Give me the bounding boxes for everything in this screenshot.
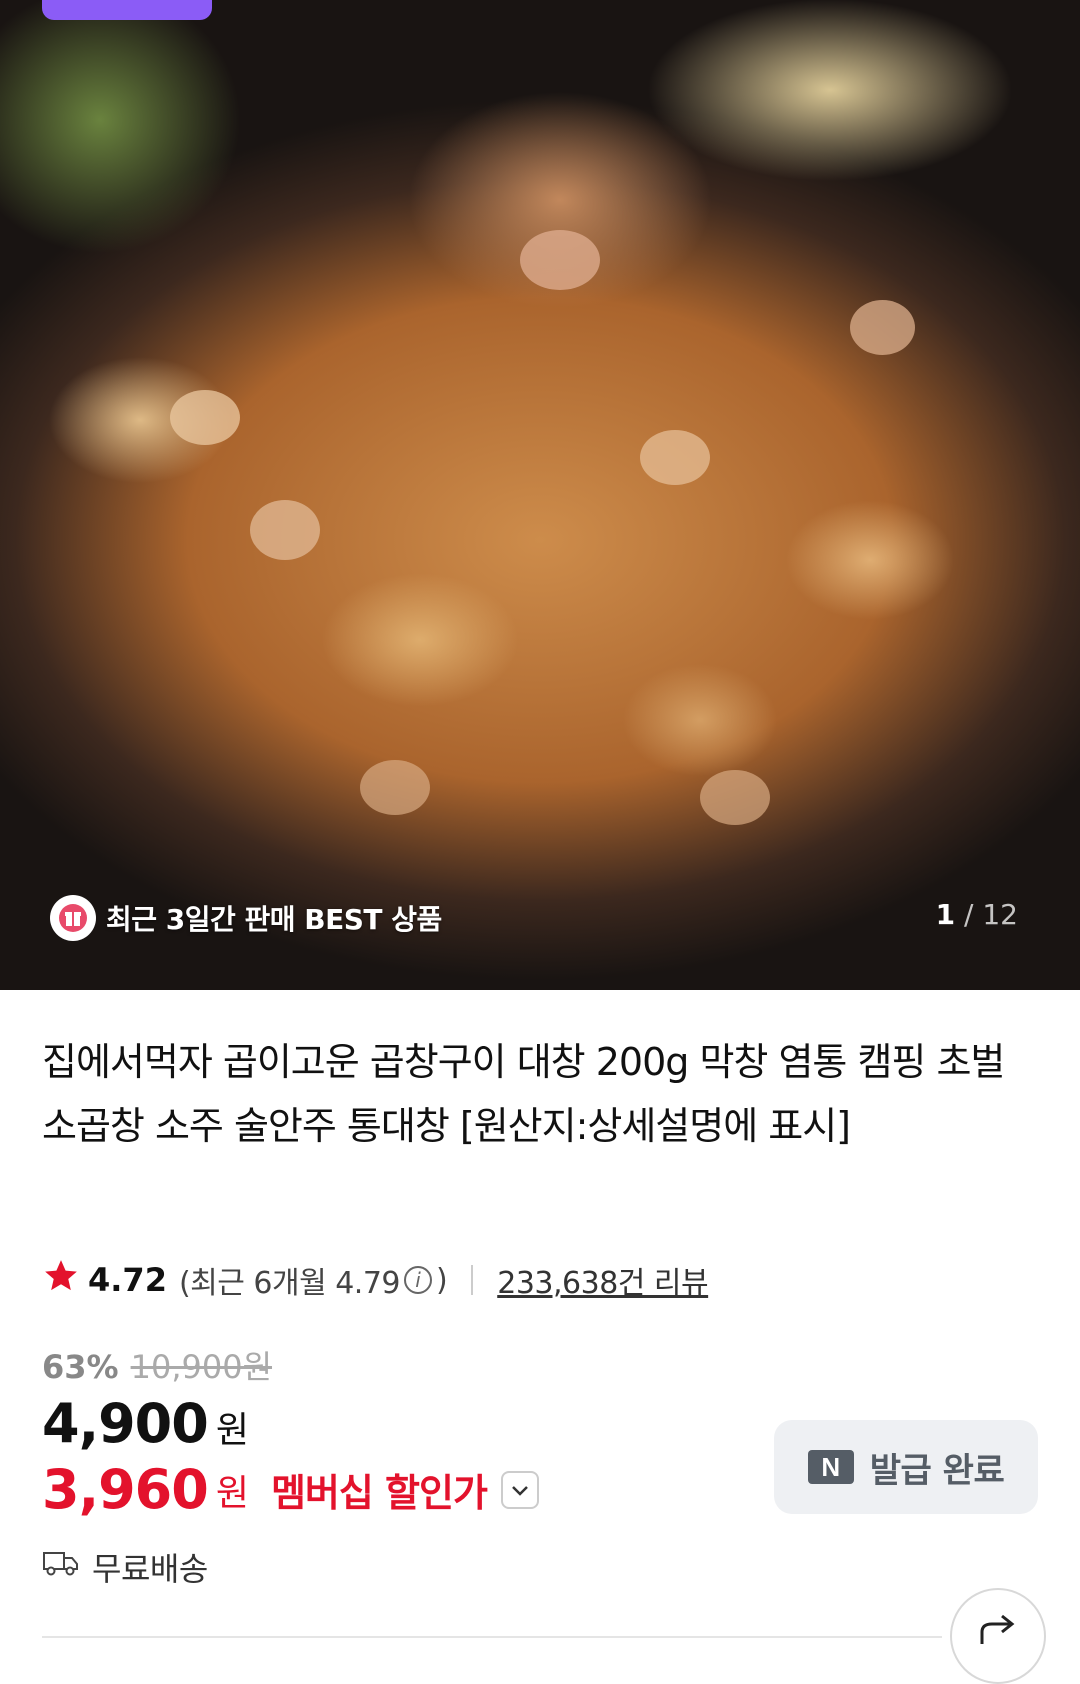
membership-price-row: 3,960 원 멤버십 할인가 [42, 1458, 539, 1521]
discount-rate: 63% [42, 1348, 119, 1386]
membership-price-unit: 원 [215, 1472, 249, 1514]
shipping-row: 무료배송 [42, 1544, 208, 1590]
star-icon [42, 1257, 80, 1303]
truck-icon [42, 1548, 80, 1586]
rating-row: 4.72 (최근 6개월 4.79 i ) 233,638건 리뷰 [42, 1257, 709, 1303]
image-tag [42, 0, 212, 20]
pager-separator: / [964, 898, 974, 931]
sale-price-row: 4,900 원 [42, 1392, 249, 1455]
divider [471, 1265, 474, 1295]
info-icon[interactable]: i [404, 1266, 433, 1294]
food-highlight [170, 390, 240, 445]
product-title: 집에서먹자 곱이고운 곱창구이 대창 200g 막창 염통 캠핑 초벌 소곱창 … [42, 1040, 1005, 1148]
pager-current: 1 [935, 898, 956, 931]
food-highlight [520, 230, 600, 290]
original-price: 10,900원 [130, 1348, 273, 1386]
recent-rating: (최근 6개월 4.79 [178, 1266, 401, 1301]
shipping-label: 무료배송 [92, 1550, 208, 1588]
food-highlight [250, 500, 320, 560]
pager-total: 12 [982, 898, 1018, 931]
food-highlight [850, 300, 915, 355]
best-seller-text: 최근 3일간 판매 BEST 상품 [106, 903, 442, 936]
food-highlight [360, 760, 430, 815]
image-pager: 1 / 12 [936, 898, 1018, 931]
food-highlight [700, 770, 770, 825]
coupon-label: 발급 완료 [869, 1450, 1005, 1491]
gift-icon [50, 895, 96, 941]
recent-rating-close: ) [436, 1262, 448, 1298]
sale-price-unit: 원 [215, 1410, 249, 1451]
naver-logo-icon: N [807, 1450, 854, 1484]
section-divider [42, 1636, 942, 1638]
food-highlight [640, 430, 710, 485]
rating-score: 4.72 [88, 1261, 167, 1299]
original-price-row: 63% 10,900원 [42, 1342, 272, 1388]
chevron-down-icon[interactable] [500, 1470, 539, 1509]
sale-price: 4,900 [42, 1392, 209, 1455]
membership-price: 3,960 [42, 1458, 209, 1521]
coupon-issued-button[interactable]: N 발급 완료 [774, 1420, 1038, 1514]
share-button[interactable] [950, 1588, 1046, 1684]
best-seller-badge: 최근 3일간 판매 BEST 상품 [50, 893, 442, 943]
membership-label: 멤버십 할인가 [270, 1471, 488, 1515]
review-count-link[interactable]: 233,638건 리뷰 [497, 1258, 708, 1302]
share-icon [976, 1612, 1020, 1652]
product-image[interactable]: 최근 3일간 판매 BEST 상품 1 / 12 [0, 0, 1080, 990]
